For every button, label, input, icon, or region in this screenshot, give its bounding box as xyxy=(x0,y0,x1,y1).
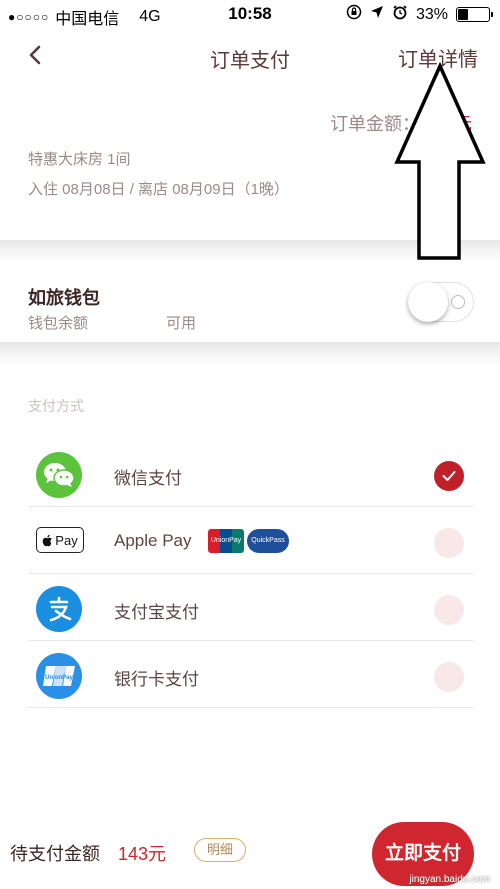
pending-amount-value: 143元 xyxy=(118,844,167,864)
apple-pay-icon: Pay xyxy=(36,527,84,553)
toggle-knob xyxy=(408,282,448,322)
card-badges: UnionPay 银联 QuickPass 闪付 xyxy=(208,529,289,568)
wallet-available: 可用 xyxy=(166,315,197,332)
wallet-section: 如旅钱包 钱包余额 可用 xyxy=(0,262,500,342)
wallet-toggle[interactable] xyxy=(408,282,474,322)
watermark: jingyan.baidu.com xyxy=(409,874,490,885)
payment-method-alipay[interactable]: 支付宝支付 xyxy=(28,574,474,641)
carrier-label: 中国电信 xyxy=(55,11,120,28)
wallet-title: 如旅钱包 xyxy=(28,288,100,308)
radio-unselected[interactable] xyxy=(434,528,464,558)
payment-method-list: 微信支付 Pay Apple Pay UnionPay 银联 QuickPass… xyxy=(28,440,474,708)
radio-unselected[interactable] xyxy=(434,662,464,692)
signal-icon: ●○○○○ xyxy=(8,10,50,24)
stay-dates: 入住 08月08日 / 离店 08月09日（1晚） xyxy=(28,181,289,198)
wechat-icon xyxy=(36,452,82,498)
location-icon xyxy=(370,5,384,24)
battery-icon xyxy=(456,7,493,22)
status-right: 33% xyxy=(346,4,493,25)
order-summary: ▂▂▂▂▂▂▂▂▂▂ 订单金额：143元 特惠大床房 1间 入住 08月08日 … xyxy=(0,84,500,240)
status-left: ●○○○○ 中国电信 4G xyxy=(8,5,161,29)
radio-selected[interactable] xyxy=(434,461,464,491)
payment-method-label: 银行卡支付 xyxy=(114,670,199,689)
nav-bar: 订单支付 订单详情 xyxy=(0,30,500,84)
radio-unselected[interactable] xyxy=(434,595,464,625)
hotel-name-cropped: ▂▂▂▂▂▂▂▂▂▂ xyxy=(28,106,159,118)
payment-method-bankcard[interactable]: UnionPay 银行卡支付 xyxy=(28,641,474,708)
pending-amount-label: 待支付金额 xyxy=(10,844,100,864)
order-amount-label: 订单金额： xyxy=(329,114,420,134)
section-divider xyxy=(0,240,500,264)
battery-percent: 33% xyxy=(415,5,448,23)
order-amount-value: 143元 xyxy=(423,114,472,134)
battery-fill xyxy=(458,9,468,20)
alarm-icon xyxy=(392,4,408,25)
status-bar: ●○○○○ 中国电信 4G 10:58 33% xyxy=(0,0,500,30)
detail-button[interactable]: 明细 xyxy=(194,838,246,862)
payment-method-label: 微信支付 xyxy=(114,469,182,488)
wallet-balance-label: 钱包余额 xyxy=(28,315,89,332)
room-info: 特惠大床房 1间 xyxy=(28,151,131,168)
unionpay-badge: UnionPay 银联 xyxy=(208,529,244,568)
back-button[interactable] xyxy=(20,40,50,70)
check-icon xyxy=(442,471,456,481)
chevron-left-icon xyxy=(29,45,41,65)
payment-method-label: Apple Pay xyxy=(114,531,192,550)
payment-method-applepay[interactable]: Pay Apple Pay UnionPay 银联 QuickPass 闪付 xyxy=(28,507,474,574)
network-label: 4G xyxy=(139,8,161,25)
payment-section-title: 支付方式 xyxy=(28,398,84,414)
svg-text:UnionPay: UnionPay xyxy=(45,675,73,681)
footer-bar: 待支付金额 143元 明细 立即支付 jingyan.baidu.com xyxy=(0,810,500,889)
quickpass-badge: QuickPass 闪付 xyxy=(247,529,289,568)
section-divider xyxy=(0,342,500,368)
order-detail-link[interactable]: 订单详情 xyxy=(398,43,478,72)
order-amount: 订单金额： 143元 xyxy=(330,110,472,136)
rotation-lock-icon xyxy=(346,4,362,25)
unionpay-icon: UnionPay xyxy=(36,653,82,699)
alipay-icon xyxy=(36,586,82,632)
toggle-off-icon xyxy=(451,295,465,309)
payment-method-label: 支付宝支付 xyxy=(114,603,199,622)
payment-method-wechat[interactable]: 微信支付 xyxy=(28,440,474,507)
